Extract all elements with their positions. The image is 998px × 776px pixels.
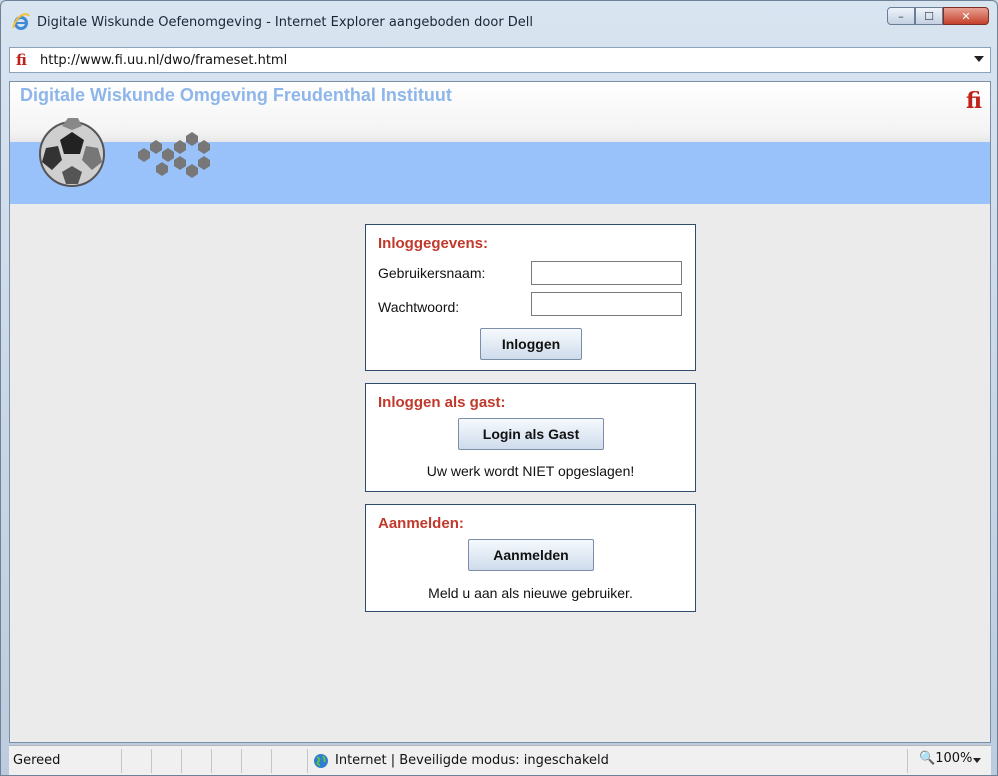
status-divider [241,749,242,773]
username-label: Gebruikersnaam: [378,265,486,281]
login-title: Inloggegevens: [378,235,489,252]
zoom-value: 100% [935,751,973,766]
address-dropdown-icon[interactable] [974,56,984,62]
username-input[interactable] [531,261,682,285]
minimize-button[interactable]: – [887,7,915,25]
register-panel: Aanmelden: Aanmelden Meld u aan als nieu… [365,504,696,612]
hexagon-pattern-icon [138,132,210,178]
status-divider [211,749,212,773]
login-button[interactable]: Inloggen [480,328,582,360]
fi-logo-icon: fi [966,88,982,114]
status-divider [307,749,308,773]
status-divider [907,749,908,773]
zoom-level[interactable]: 🔍100% [919,751,972,766]
guest-login-button[interactable]: Login als Gast [458,418,604,450]
site-header: Digitale Wiskunde Omgeving Freudenthal I… [10,82,990,204]
site-favicon-icon: fi [16,51,27,69]
status-divider [181,749,182,773]
soccer-ball-icon [39,118,105,187]
register-button[interactable]: Aanmelden [468,539,594,571]
security-zone-text[interactable]: Internet | Beveiligde modus: ingeschakel… [335,753,609,768]
status-divider [151,749,152,773]
site-title: Digitale Wiskunde Omgeving Freudenthal I… [20,85,452,105]
address-bar[interactable]: fi http://www.fi.uu.nl/dwo/frameset.html [9,47,991,73]
status-bar: Gereed Internet | Beveiligde modus: inge… [9,745,991,775]
zoom-dropdown-icon[interactable] [973,758,981,763]
title-bar[interactable]: Digitale Wiskunde Oefenomgeving - Intern… [1,1,997,45]
password-input[interactable] [531,292,682,316]
guest-note: Uw werk wordt NIET opgeslagen! [426,463,635,479]
browser-window: Digitale Wiskunde Oefenomgeving - Intern… [0,0,998,776]
password-label: Wachtwoord: [378,299,460,315]
url-text[interactable]: http://www.fi.uu.nl/dwo/frameset.html [40,53,287,68]
register-note: Meld u aan als nieuwe gebruiker. [428,585,633,601]
globe-icon [314,754,328,768]
window-title: Digitale Wiskunde Oefenomgeving - Intern… [37,15,534,30]
zoom-icon: 🔍 [919,751,936,766]
status-divider [121,749,122,773]
internet-explorer-icon [12,13,30,30]
register-title: Aanmelden: [378,515,464,532]
window-controls: – ☐ ✕ [887,7,989,25]
guest-title: Inloggen als gast: [378,394,506,411]
maximize-button[interactable]: ☐ [915,7,943,25]
status-divider [271,749,272,773]
close-button[interactable]: ✕ [943,7,989,25]
login-panel: Inloggegevens: Gebruikersnaam: Wachtwoor… [365,224,696,371]
page-content: Digitale Wiskunde Omgeving Freudenthal I… [9,81,991,743]
status-text: Gereed [13,753,61,768]
guest-panel: Inloggen als gast: Login als Gast Uw wer… [365,383,696,492]
